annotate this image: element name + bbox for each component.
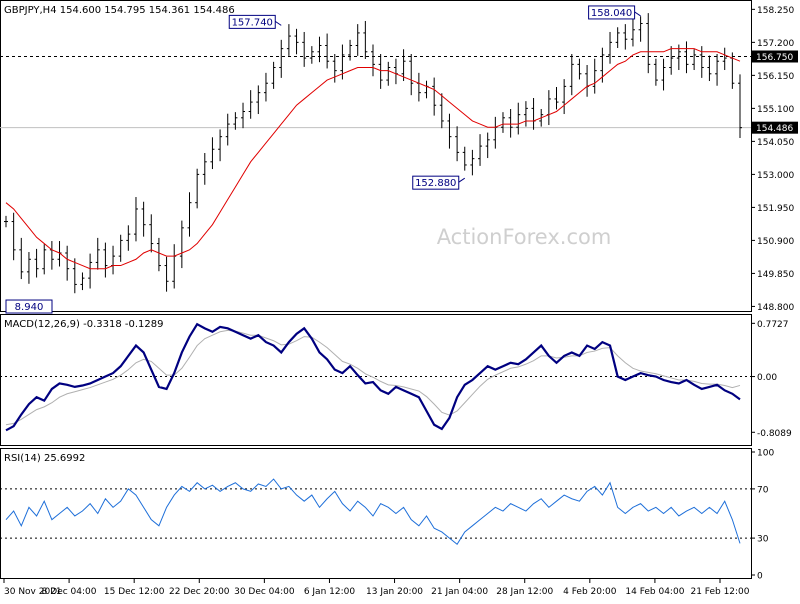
time-tick-label: 22 Dec 20:00 [169,587,230,597]
price-panel-title: GBPJPY,H4 154.600 154.795 154.361 154.48… [4,5,235,16]
price-tick-label: 158.250 [757,6,794,16]
price-axis-marker-label: 154.486 [756,124,793,134]
macd-panel-frame [0,314,752,446]
chart-watermark: ActionForex.com [437,225,612,249]
price-annotation: 157.740 [228,14,282,29]
price-axis-marker-label: 156.750 [756,53,793,63]
time-axis: 30 Nov 20218 Dec 04:00 15 Dec 12:00 22 Dec… [3,579,750,597]
time-tick-label: 21 Feb 12:00 [690,587,749,597]
annotation-label: 152.880 [415,178,456,189]
price-annotation: 152.880 [412,175,466,190]
rsi-panel-title: RSI(14) 25.6992 [4,453,85,464]
time-tick-label: 6 Jan 12:00 [304,587,356,597]
rsi-axis-ticks: 100 70 30 0 [751,449,774,582]
chart-canvas: 158.250 157.200 156.150 155.100 154.050 153.0… [0,0,798,597]
price-tick-label: 150.900 [757,237,794,247]
price-tick-label: 155.100 [757,105,794,115]
macd-tick-label: -0.8089 [757,429,792,439]
price-axis-marker: 156.750 [752,50,798,63]
macd-axis-ticks: 0.7727 0.00 -0.8089 [751,320,792,439]
time-tick-label: 13 Jan 20:00 [366,587,423,597]
price-axis-marker: 154.486 [752,121,798,134]
price-annotation: 158.040 [588,5,641,20]
time-tick-label: 30 Dec 04:00 [234,587,295,597]
time-tick-label: 8 Dec 04:00 [42,587,97,597]
rsi-tick-label: 70 [757,485,769,495]
price-tick-label: 148.800 [757,303,794,313]
annotation-label: 157.740 [232,17,273,28]
price-tick-label: 153.000 [757,171,794,181]
price-axis-markers: 156.750 154.486 [752,50,798,134]
chart-root: 158.250 157.200 156.150 155.100 154.050 153.0… [0,0,800,600]
annotation-label: 8.940 [15,302,44,313]
rsi-tick-label: 100 [757,449,774,459]
rsi-tick-label: 0 [757,572,763,582]
time-tick-label: 4 Feb 20:00 [563,587,617,597]
rsi-tick-label: 30 [757,535,769,545]
macd-tick-label: 0.00 [757,373,777,383]
time-tick-label: 14 Feb 04:00 [625,587,684,597]
rsi-panel-frame [0,448,752,579]
macd-tick-label: 0.7727 [757,320,789,330]
price-annotation: 8.940 [5,299,53,314]
price-tick-label: 156.150 [757,72,794,82]
macd-panel-title: MACD(12,26,9) -0.3318 -0.1289 [4,319,164,330]
annotation-label: 158.040 [591,8,632,19]
price-tick-label: 154.050 [757,138,794,148]
price-tick-label: 157.200 [757,39,794,49]
time-tick-label: 28 Jan 12:00 [496,587,553,597]
price-tick-label: 151.950 [757,204,794,214]
time-tick-label: 15 Dec 12:00 [104,587,165,597]
price-tick-label: 149.850 [757,270,794,280]
time-tick-label: 21 Jan 04:00 [431,587,488,597]
